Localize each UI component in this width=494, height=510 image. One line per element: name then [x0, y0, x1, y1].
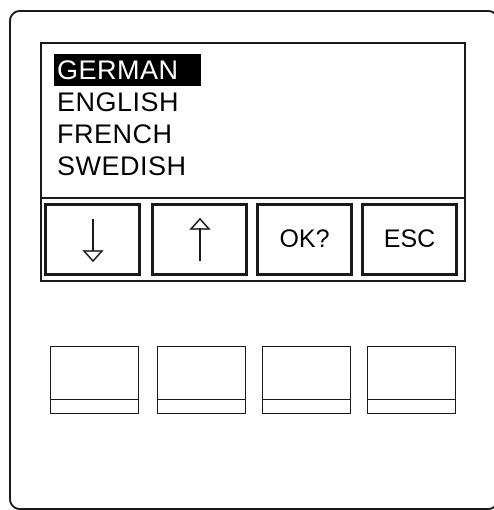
- menu-item-french[interactable]: FRENCH: [54, 118, 201, 150]
- button-ledge: [158, 399, 245, 400]
- menu-item-german[interactable]: GERMAN: [54, 54, 201, 86]
- esc-softkey[interactable]: ESC: [361, 203, 458, 276]
- lcd-display: GERMAN ENGLISH FRENCH SWEDISH OK? ESC: [40, 42, 466, 282]
- softkey-bar: OK? ESC: [42, 197, 464, 279]
- button-ledge: [368, 399, 455, 400]
- ok-softkey-label: OK?: [279, 225, 330, 253]
- scroll-up-softkey[interactable]: [151, 203, 248, 276]
- menu-item-label: SWEDISH: [57, 151, 187, 181]
- hardware-button-1[interactable]: [50, 346, 139, 414]
- arrow-up-icon: [188, 217, 211, 261]
- menu-item-label: FRENCH: [57, 119, 173, 149]
- menu-item-swedish[interactable]: SWEDISH: [54, 150, 201, 182]
- button-ledge: [51, 399, 138, 400]
- language-menu: GERMAN ENGLISH FRENCH SWEDISH: [54, 54, 201, 182]
- button-ledge: [263, 399, 350, 400]
- menu-item-english[interactable]: ENGLISH: [54, 86, 201, 118]
- menu-item-label: ENGLISH: [57, 87, 180, 117]
- hardware-button-3[interactable]: [262, 346, 351, 414]
- esc-softkey-label: ESC: [383, 225, 436, 253]
- hardware-button-2[interactable]: [157, 346, 246, 414]
- menu-item-label: GERMAN: [54, 54, 201, 86]
- arrow-down-icon: [81, 218, 104, 262]
- ok-softkey[interactable]: OK?: [256, 203, 353, 276]
- hardware-button-4[interactable]: [367, 346, 456, 414]
- scroll-down-softkey[interactable]: [44, 203, 141, 276]
